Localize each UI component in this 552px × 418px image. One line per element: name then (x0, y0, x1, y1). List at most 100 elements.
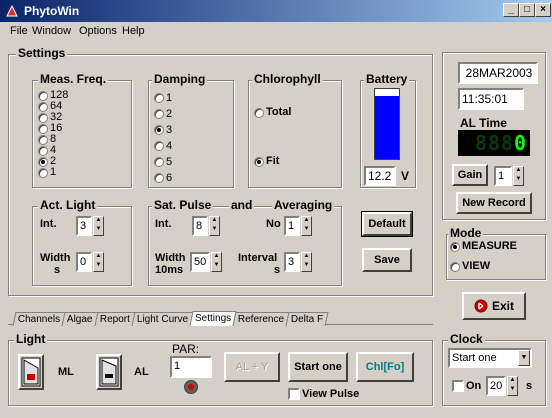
act-light-int-field[interactable]: 3 (76, 216, 92, 236)
act-light-int-spinner[interactable]: ▲ ▼ (93, 216, 104, 236)
radio-icon (154, 157, 164, 167)
act-light-width-spinner[interactable]: ▲ ▼ (93, 252, 104, 272)
damping-option[interactable]: 6 (154, 170, 172, 186)
radio-icon (154, 109, 164, 119)
chlorophyll-group (248, 80, 342, 188)
par-field: 1 (170, 356, 212, 378)
light-title: Light (14, 332, 48, 346)
up-arrow-icon: ▲ (95, 253, 102, 259)
menu-file[interactable]: File (10, 25, 28, 37)
and-label: and (229, 198, 255, 212)
start-one-button[interactable]: Start one (288, 352, 348, 382)
averaging-no-label: No (266, 218, 281, 230)
radio-selected-icon (254, 156, 264, 167)
title-bar: PhytoWin _ □ × (0, 0, 552, 22)
averaging-no-spinner[interactable]: ▲ ▼ (301, 216, 312, 236)
clock-title: Clock (448, 332, 485, 346)
sat-pulse-int-field[interactable]: 8 (192, 216, 208, 236)
averaging-no-field[interactable]: 1 (284, 216, 300, 236)
chevron-down-icon[interactable]: ▼ (518, 350, 530, 366)
mode-view-option[interactable]: VIEW (450, 261, 490, 272)
act-light-title: Act. Light (38, 198, 98, 212)
damping-option[interactable]: 1 (154, 90, 172, 106)
save-button[interactable]: Save (362, 248, 412, 272)
date-field: 28MAR2003 (458, 62, 538, 84)
al-switch-button[interactable] (96, 354, 122, 390)
sat-pulse-width-field[interactable]: 50 (190, 252, 210, 272)
ml-label: ML (58, 366, 74, 378)
act-light-width-field[interactable]: 0 (76, 252, 92, 272)
tab-light-curve[interactable]: Light Curve (131, 312, 194, 326)
sat-pulse-int-label: Int. (155, 218, 172, 230)
tab-report[interactable]: Report (94, 312, 136, 326)
radio-icon (254, 107, 264, 118)
gain-button[interactable]: Gain (452, 164, 488, 186)
clock-interval-field[interactable]: 20 (486, 376, 506, 396)
down-arrow-icon: ▼ (213, 262, 220, 268)
sat-pulse-width-unit: 10ms (155, 264, 184, 276)
sat-pulse-width-spinner[interactable]: ▲ ▼ (211, 252, 222, 272)
up-arrow-icon: ▲ (303, 217, 310, 223)
up-arrow-icon: ▲ (211, 217, 218, 223)
down-arrow-icon: ▼ (211, 226, 218, 232)
exit-button[interactable]: Exit (462, 292, 526, 320)
tab-delta-f[interactable]: Delta F (285, 312, 330, 326)
ml-switch-icon (21, 357, 41, 387)
tab-reference[interactable]: Reference (232, 312, 290, 326)
chlorophyll-title: Chlorophyll (252, 72, 323, 86)
damping-option[interactable]: 5 (154, 154, 172, 170)
al-plus-y-button[interactable]: AL + Y (224, 352, 280, 382)
menu-options[interactable]: Options (79, 25, 117, 37)
ml-switch-button[interactable] (18, 354, 44, 390)
clock-on-checkbox[interactable] (452, 380, 464, 392)
close-button[interactable]: × (535, 3, 551, 17)
default-button[interactable]: Default (361, 211, 413, 237)
gain-field[interactable]: 1 (494, 166, 512, 186)
minimize-button[interactable]: _ (503, 3, 519, 17)
damping-option[interactable]: 3 (154, 122, 172, 138)
up-arrow-icon: ▲ (213, 253, 220, 259)
meas-freq-option[interactable]: 1 (38, 167, 68, 178)
act-light-int-label: Int. (40, 218, 57, 230)
view-pulse-checkbox[interactable] (288, 388, 300, 400)
chl-fo-button[interactable]: Chl[Fo] (356, 352, 414, 382)
up-arrow-icon: ▲ (303, 253, 310, 259)
new-record-button[interactable]: New Record (456, 192, 532, 214)
tab-channels[interactable]: Channels (12, 312, 66, 326)
chlorophyll-fit-option[interactable]: Fit (254, 156, 279, 167)
meas-freq-title: Meas. Freq. (38, 72, 109, 86)
chlorophyll-total-option[interactable]: Total (254, 107, 291, 118)
battery-title: Battery (364, 72, 410, 86)
tab-settings[interactable]: Settings (189, 311, 237, 326)
view-pulse-label: View Pulse (302, 388, 360, 400)
radio-icon (38, 123, 48, 134)
damping-option[interactable]: 4 (154, 138, 172, 154)
down-arrow-icon: ▼ (303, 226, 310, 232)
maximize-button[interactable]: □ (519, 3, 535, 17)
battery-voltage-field: 12.2 (364, 166, 396, 186)
settings-title: Settings (16, 46, 68, 60)
clock-interval-spinner[interactable]: ▲ ▼ (507, 376, 518, 396)
damping-options: 1 2 3 4 5 6 (154, 90, 172, 186)
down-arrow-icon: ▼ (509, 386, 516, 392)
down-arrow-icon: ▼ (95, 226, 102, 232)
averaging-title: Averaging (272, 198, 335, 212)
radio-icon (38, 167, 48, 178)
down-arrow-icon: ▼ (95, 262, 102, 268)
al-switch-icon (99, 357, 119, 387)
radio-selected-icon (154, 125, 164, 135)
tab-algae[interactable]: Algae (61, 312, 99, 326)
averaging-interval-field[interactable]: 3 (284, 252, 300, 272)
averaging-interval-spinner[interactable]: ▲ ▼ (301, 252, 312, 272)
battery-unit: V (401, 169, 410, 183)
act-light-width-unit: s (54, 264, 61, 276)
sat-pulse-int-spinner[interactable]: ▲ ▼ (209, 216, 220, 236)
menu-help[interactable]: Help (122, 25, 145, 37)
damping-option[interactable]: 2 (154, 106, 172, 122)
menu-window[interactable]: Window (32, 25, 71, 37)
al-label: AL (134, 366, 149, 378)
mode-measure-option[interactable]: MEASURE (450, 241, 517, 252)
window-title: PhytoWin (24, 4, 80, 18)
radio-selected-icon (450, 241, 460, 252)
gain-spinner[interactable]: ▲ ▼ (513, 166, 524, 186)
